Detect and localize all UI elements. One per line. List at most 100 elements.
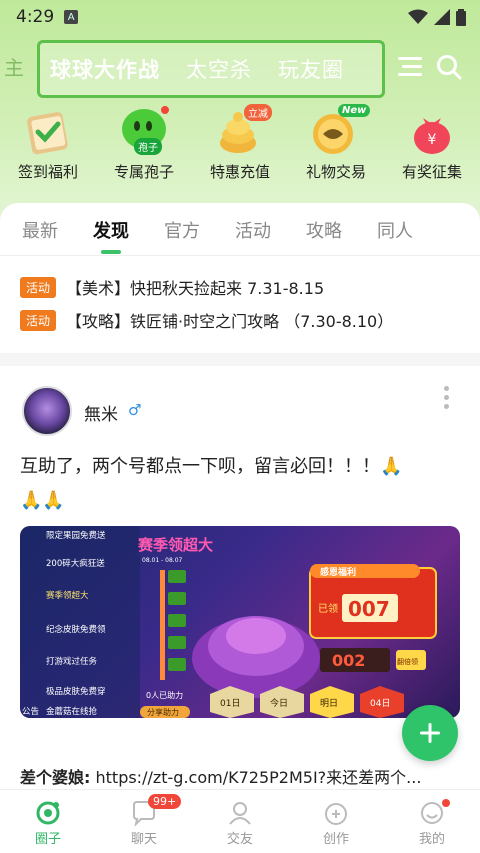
nav-label: 聊天 <box>130 832 157 847</box>
banner-count-2: 002 <box>332 651 365 670</box>
shortcut-prize[interactable]: ¥ 有奖征集 <box>384 104 480 192</box>
tab-game-2[interactable]: 太空杀 <box>186 54 252 84</box>
top-header: 主 球球大作战 太空杀 玩友圈 <box>0 38 480 100</box>
profile-dot-badge <box>442 799 450 807</box>
banner-menu-item: 金蘑菇在线抢 <box>46 706 98 717</box>
comment-text: https://zt-g.com/K725P2M5I?来还差两个... <box>95 768 422 787</box>
announcement-tag: 活动 <box>20 309 57 331</box>
tab-discover[interactable]: 发现 <box>93 217 164 254</box>
svg-text:¥: ¥ <box>428 132 437 148</box>
banner-count-1: 007 <box>348 597 390 621</box>
announcement-item[interactable]: 活动 【美术】快把秋天捡起来 7.31-8.15 <box>20 275 324 299</box>
recharge-icon: 立减 <box>212 104 272 158</box>
avatar[interactable] <box>22 386 72 436</box>
banner-menu-item: 极品皮肤免费穿 <box>46 686 106 697</box>
friends-icon <box>229 802 251 825</box>
profile-icon <box>421 802 443 824</box>
recharge-tag: 立减 <box>244 104 272 121</box>
banner-menu-item: 打游戏过任务 <box>46 656 98 667</box>
nav-label: 我的 <box>418 832 445 847</box>
announcement-item[interactable]: 活动 【攻略】铁匠铺·时空之门攻略 （7.30-8.10） <box>20 308 393 332</box>
shortcut-label: 专属孢子 <box>113 163 174 181</box>
game-switcher: 球球大作战 太空杀 玩友圈 <box>37 40 385 98</box>
banner-title: 赛季领超大 <box>137 536 213 554</box>
tab-cutoff-left[interactable]: 主 <box>4 52 24 81</box>
banner-help-count: 0人已助力 <box>146 690 183 700</box>
shortcut-recharge[interactable]: 立减 特惠充值 <box>192 104 288 192</box>
banner-day: 04日 <box>370 698 390 709</box>
chat-unread-badge: 99+ <box>148 794 182 809</box>
status-icons <box>408 8 466 26</box>
banner-already: 已领 <box>318 602 338 615</box>
shortcut-label: 特惠充值 <box>209 163 270 181</box>
tab-game-1[interactable]: 球球大作战 <box>50 54 160 84</box>
shortcut-label: 有奖征集 <box>401 163 462 181</box>
signal-icon <box>434 9 450 25</box>
more-options-icon[interactable] <box>444 386 450 409</box>
shortcut-checkin[interactable]: 签到福利 <box>0 104 96 192</box>
post-text-line-1: 互助了，两个号都点一下呗，留言必回！！！🙏 <box>20 456 403 477</box>
banner-day: 01日 <box>220 698 240 709</box>
announcement-text: 【攻略】铁匠铺·时空之门攻略 （7.30-8.10） <box>66 312 394 331</box>
gift-trade-icon: New <box>308 104 371 158</box>
shortcut-row: 签到福利 孢子 专属孢子 立减 特惠充值 New 礼物交易 ¥ 有奖征集 <box>0 104 480 192</box>
banner-menu-item: 200碎大疯狂送 <box>46 558 105 569</box>
tab-game-3[interactable]: 玩友圈 <box>278 54 344 84</box>
top-comment[interactable]: 差个婆娘: https://zt-g.com/K725P2M5I?来还差两个..… <box>20 764 464 788</box>
post-image[interactable]: 限定果园免费送 200碎大疯狂送 赛季领超大 纪念皮肤免费领 打游戏过任务 极品… <box>20 526 460 718</box>
prize-icon: ¥ <box>404 104 460 158</box>
circle-icon <box>36 801 60 825</box>
shortcut-spore[interactable]: 孢子 专属孢子 <box>96 104 192 192</box>
content-tabs: 最新 发现 官方 活动 攻略 同人 <box>0 203 480 257</box>
battery-icon <box>456 8 466 26</box>
shortcut-label: 礼物交易 <box>305 163 366 181</box>
checkin-icon <box>20 104 76 158</box>
banner-day: 今日 <box>270 697 288 709</box>
banner-menu-item: 限定果园免费送 <box>46 530 106 541</box>
banner-menu-item: 赛季领超大 <box>46 590 89 601</box>
nav-create[interactable]: 创作 <box>288 790 384 853</box>
post-text-line-2: 🙏🙏 <box>20 490 65 511</box>
nav-chat[interactable]: 99+ 聊天 <box>96 790 192 853</box>
create-icon <box>325 803 347 825</box>
spore-tag: 孢子 <box>134 138 162 155</box>
nav-circle[interactable]: 圈子 <box>0 790 96 853</box>
banner-dates: 08.01 - 08.07 <box>142 557 183 564</box>
nav-label: 交友 <box>226 832 253 847</box>
tab-official[interactable]: 官方 <box>164 217 235 243</box>
plus-icon <box>420 723 440 743</box>
search-icon[interactable] <box>436 54 462 80</box>
nav-profile[interactable]: 我的 <box>384 790 480 853</box>
tab-latest[interactable]: 最新 <box>22 217 93 243</box>
create-post-button[interactable] <box>402 705 458 761</box>
announcement-text: 【美术】快把秋天捡起来 7.31-8.15 <box>66 279 325 298</box>
tab-fanart[interactable]: 同人 <box>377 217 448 243</box>
tab-guides[interactable]: 攻略 <box>306 217 377 243</box>
new-tag: New <box>338 104 371 117</box>
announcement-tag: 活动 <box>20 276 57 298</box>
nav-friends[interactable]: 交友 <box>192 790 288 853</box>
nav-label: 创作 <box>322 832 349 847</box>
status-bar: 4:29 A <box>0 0 480 34</box>
banner-day: 明日 <box>320 698 338 709</box>
post-text: 互助了，两个号都点一下呗，留言必回！！！🙏 🙏🙏 <box>20 450 460 518</box>
banner-share: 分享助力 <box>147 707 179 717</box>
banner-claim: 翻倍领 <box>397 657 418 666</box>
tab-divider <box>0 255 480 256</box>
notification-icon: A <box>64 10 79 24</box>
menu-icon[interactable] <box>398 56 424 78</box>
banner-menu-item: 公告 <box>22 706 39 717</box>
nav-label: 圈子 <box>34 832 61 847</box>
spore-icon: 孢子 <box>116 104 172 158</box>
banner-thanks: 感恩福利 <box>320 566 356 578</box>
bottom-nav: 圈子 99+ 聊天 交友 创作 我的 <box>0 789 480 853</box>
gender-male-icon: ♂ <box>128 401 142 419</box>
feed-card: 最新 发现 官方 活动 攻略 同人 活动 【美术】快把秋天捡起来 7.31-8.… <box>0 203 480 353</box>
wifi-icon <box>408 9 428 24</box>
event-banner-image: 限定果园免费送 200碎大疯狂送 赛季领超大 纪念皮肤免费领 打游戏过任务 极品… <box>20 526 437 718</box>
post-username[interactable]: 無米 <box>84 400 118 425</box>
shortcut-gift-trade[interactable]: New 礼物交易 <box>288 104 384 192</box>
comment-user: 差个婆娘: <box>20 768 91 787</box>
tab-events[interactable]: 活动 <box>235 217 306 243</box>
shortcut-label: 签到福利 <box>17 163 78 181</box>
